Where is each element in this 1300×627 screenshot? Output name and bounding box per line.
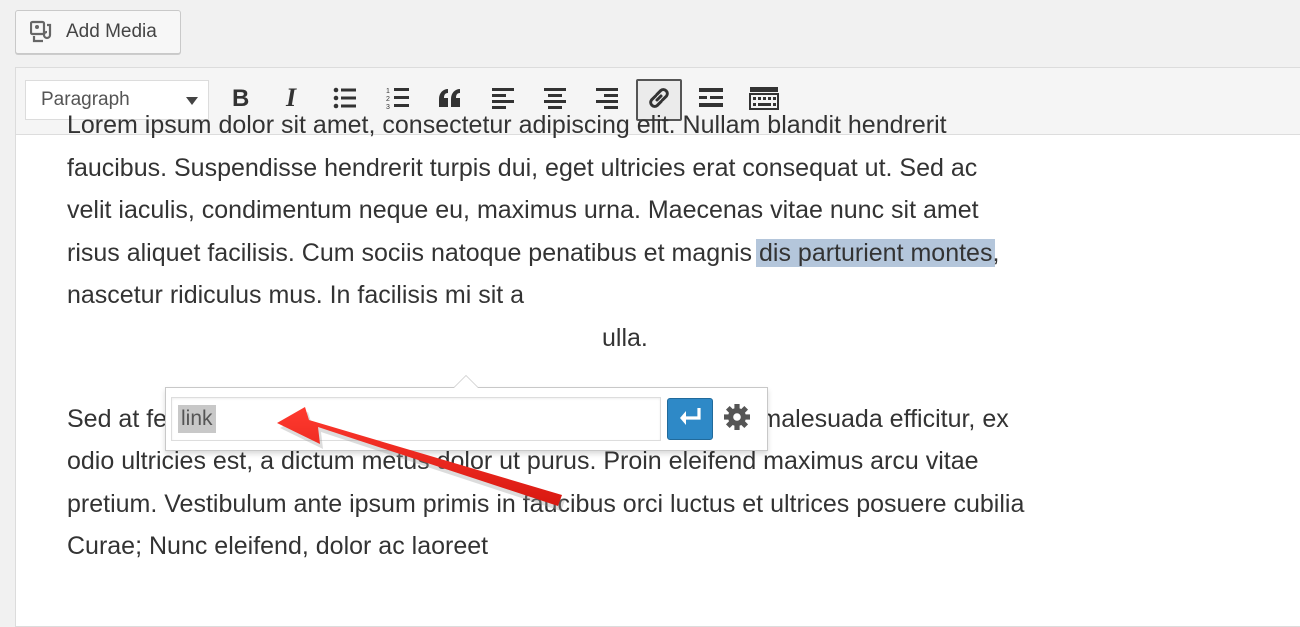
popup-pointer [453, 375, 479, 388]
link-popup: link [165, 375, 768, 451]
apply-link-button[interactable] [667, 398, 713, 440]
link-options-button[interactable] [718, 400, 756, 438]
editor-content[interactable]: Lorem ipsum dolor sit amet, consectetur … [67, 104, 1027, 568]
link-url-input[interactable]: link [171, 397, 661, 441]
paragraph-1: Lorem ipsum dolor sit amet, consectetur … [67, 111, 1000, 352]
link-url-value: link [178, 405, 216, 433]
add-media-label: Add Media [66, 21, 157, 42]
selected-text: dis parturient montes [756, 238, 996, 267]
svg-text:1: 1 [386, 88, 390, 95]
svg-text:2: 2 [386, 96, 390, 103]
enter-arrow-icon [677, 406, 703, 433]
gear-icon [723, 403, 751, 436]
add-media-button[interactable]: Add Media [15, 10, 181, 54]
media-icon [30, 19, 56, 45]
